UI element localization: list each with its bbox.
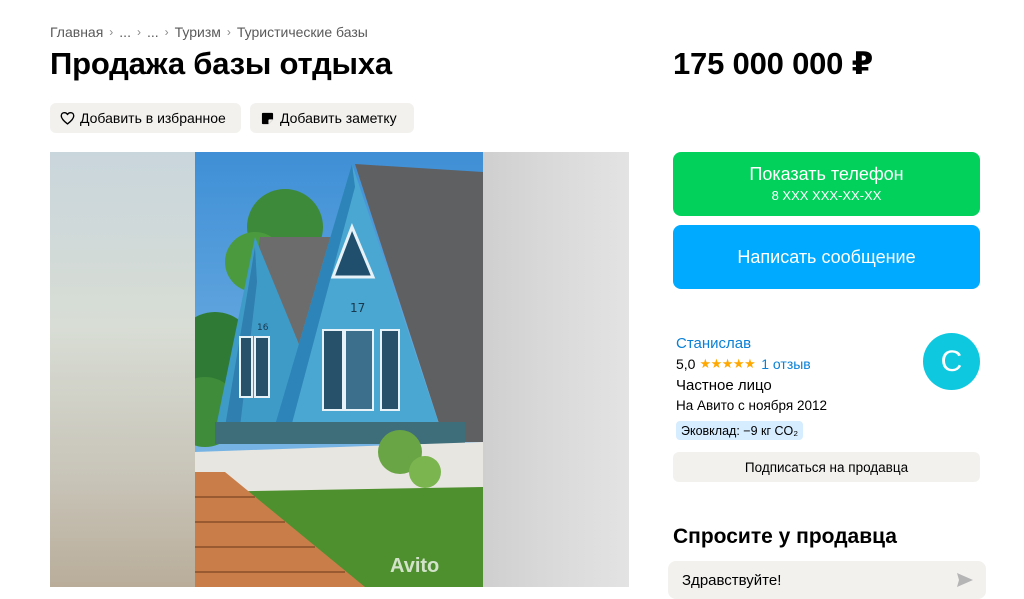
ask-seller-input-value: Здравствуйте!: [682, 571, 782, 589]
ask-seller-title: Спросите у продавца: [673, 525, 897, 548]
seller-type: Частное лицо: [676, 377, 772, 394]
page-title: Продажа базы отдыха: [50, 46, 392, 81]
add-to-favorites-button[interactable]: Добавить в избранное: [50, 103, 241, 133]
gallery-blur-right: [483, 152, 629, 587]
star-rating-icon: ★★★★★: [699, 356, 756, 371]
chevron-right-icon: ›: [164, 25, 169, 39]
house-number-16: 16: [257, 323, 269, 333]
breadcrumb-link-home[interactable]: Главная: [50, 24, 103, 40]
photo-gallery[interactable]: 17 16 Avito: [50, 152, 629, 587]
breadcrumb-link-tourism[interactable]: Туризм: [175, 24, 221, 40]
send-icon[interactable]: [956, 571, 974, 589]
breadcrumb-link-tourist-bases[interactable]: Туристические базы: [237, 24, 368, 40]
breadcrumb: Главная › ... › ... › Туризм › Туристиче…: [50, 24, 368, 40]
reviews-link[interactable]: 1 отзыв: [761, 356, 811, 372]
house-number-17: 17: [350, 301, 365, 315]
seller-name-link[interactable]: Станислав: [676, 335, 751, 352]
eco-contribution-badge[interactable]: Эковклад: −9 кг CO₂: [676, 421, 804, 440]
listing-photo[interactable]: 17 16 Avito: [195, 152, 483, 587]
seller-rating: 5,0 ★★★★★ 1 отзыв: [676, 356, 811, 372]
chevron-right-icon: ›: [136, 25, 141, 39]
seller-avatar[interactable]: С: [923, 333, 980, 390]
seller-since: На Авито с ноября 2012: [676, 398, 827, 413]
avito-watermark: Avito: [390, 555, 439, 577]
ask-seller-input[interactable]: Здравствуйте!: [668, 561, 986, 599]
subscribe-button[interactable]: Подписаться на продавца: [673, 452, 980, 482]
breadcrumb-link-2[interactable]: ...: [119, 24, 131, 40]
show-phone-label: Показать телефон: [749, 164, 904, 184]
write-message-button[interactable]: Написать сообщение: [673, 225, 980, 289]
phone-placeholder: 8 XXX XXX-XX-XX: [771, 188, 882, 203]
heart-icon: [59, 110, 75, 126]
breadcrumb-link-3[interactable]: ...: [147, 24, 159, 40]
chevron-right-icon: ›: [226, 25, 231, 39]
listing-price: 175 000 000 ₽: [673, 46, 873, 81]
add-note-button[interactable]: Добавить заметку: [250, 103, 414, 133]
note-icon: [259, 110, 275, 126]
show-phone-button[interactable]: Показать телефон 8 XXX XXX-XX-XX: [673, 152, 980, 216]
add-to-favorites-label: Добавить в избранное: [80, 110, 226, 126]
gallery-blur-left: [50, 152, 195, 587]
add-note-label: Добавить заметку: [280, 110, 397, 126]
rating-value: 5,0: [676, 356, 696, 372]
chevron-right-icon: ›: [109, 25, 114, 39]
